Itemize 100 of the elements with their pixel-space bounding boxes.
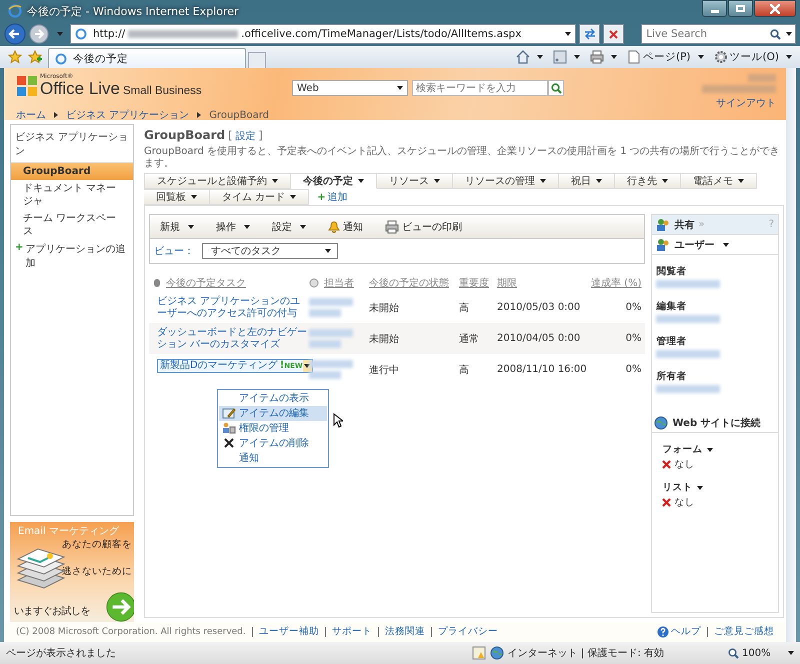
feeds-button[interactable]	[553, 50, 580, 64]
status-text: なし	[674, 458, 694, 471]
task-link[interactable]: ビジネス アプリケーションのユーザーへのアクセス許可の付与	[157, 296, 307, 320]
mouse-cursor-icon	[333, 412, 343, 428]
toolbar-menu[interactable]: 新規	[160, 220, 194, 234]
add-tab-link[interactable]: + 追加	[309, 189, 356, 205]
table-cell-text: 未開始	[369, 332, 400, 346]
people-lock-icon	[222, 422, 236, 434]
column-header[interactable]: 重要度	[459, 276, 489, 290]
page-description: GroupBoard を使用すると、予定表へのイベント記入、スケジュールの管理、企業リソースの使用計画を 1 つの共有の場所で行うことができます。	[144, 146, 781, 170]
connection-menu[interactable]: リスト	[662, 481, 778, 494]
app-tab[interactable]: スケジュールと設備予約	[144, 173, 291, 189]
app-tab[interactable]: リソース	[377, 173, 453, 189]
role-label: 閲覧者	[656, 265, 688, 278]
caret-icon	[290, 195, 296, 199]
blurred-text	[656, 385, 720, 393]
search-field[interactable]: 検索キーワードを入力	[412, 80, 548, 96]
sidebar-item[interactable]: ドキュメント マネージャ	[11, 180, 133, 210]
footer-link[interactable]: ユーザー補助	[252, 627, 325, 637]
minimize-button[interactable]	[702, 0, 727, 17]
caret-icon	[325, 249, 331, 253]
caret-icon	[272, 179, 278, 183]
forward-button-icon	[29, 24, 49, 44]
app-tab[interactable]: 回覧板	[144, 189, 210, 205]
toolbar-button[interactable]: 通知	[328, 220, 363, 234]
breadcrumb-link[interactable]: GroupBoard	[209, 110, 270, 120]
advertisement-banner[interactable]: Email マーケティング あなたの顧客を 逃さないために いますぐお試しを	[10, 522, 134, 622]
sidebar-item[interactable]: GroupBoard	[11, 163, 133, 180]
app-tab[interactable]: 祝日	[559, 173, 615, 189]
caret-icon	[698, 55, 704, 59]
breadcrumb-link[interactable]: ビジネス アプリケーション	[66, 108, 190, 122]
caret-icon	[565, 32, 572, 36]
app-tab[interactable]: 電話メモ	[681, 173, 757, 189]
globe-icon	[654, 416, 668, 430]
stop-button[interactable]	[603, 24, 624, 44]
footer-link[interactable]: サポート	[324, 627, 378, 637]
toolbar-menu[interactable]: 操作	[216, 220, 250, 234]
toolbar-menu[interactable]: 設定	[272, 220, 306, 234]
connection-menu[interactable]: フォーム	[662, 443, 778, 456]
footer-link[interactable]: プライバシー	[430, 627, 504, 637]
app-tab[interactable]: 行き先	[615, 173, 681, 189]
blurred-text	[309, 371, 341, 379]
close-icon	[662, 460, 672, 469]
footer-link[interactable]: ご意見ご感想	[707, 627, 780, 637]
app-tab[interactable]: タイム カード	[210, 189, 310, 205]
browser-tab[interactable]: 今後の予定	[48, 48, 246, 68]
task-link[interactable]: ダッシューボードと左のナビゲーション バーのカスタマイズ	[157, 326, 307, 350]
add-application-link[interactable]: + アプリケーションの追加	[11, 240, 133, 272]
toolbar-button[interactable]: ビューの印刷	[385, 220, 462, 234]
print-button[interactable]	[590, 50, 617, 64]
footer-link[interactable]: ヘルプ	[651, 626, 707, 638]
url-text: http://	[93, 28, 126, 40]
edit-icon	[222, 407, 236, 419]
caret-icon	[788, 651, 794, 655]
column-header[interactable]: 今後の予定タスク	[166, 276, 246, 290]
close-button[interactable]	[754, 0, 796, 17]
menu-item[interactable]: アイテムの削除	[219, 436, 327, 450]
maximize-button[interactable]	[728, 0, 753, 17]
zoom-menu[interactable]: 100%	[728, 648, 794, 658]
column-header[interactable]: 期限	[497, 276, 517, 290]
table-cell-text: 未開始	[369, 302, 400, 314]
footer-link[interactable]: 法務関連	[378, 627, 431, 637]
blurred-text	[309, 340, 341, 348]
refresh-button[interactable]	[579, 24, 600, 44]
menu-item[interactable]: 通知	[219, 450, 327, 466]
app-tab[interactable]: 今後の予定	[291, 173, 377, 189]
column-header[interactable]: 今後の予定の状態	[369, 276, 449, 290]
bracket-text: ]	[258, 129, 263, 142]
sign-out-link[interactable]: サインアウト	[716, 96, 776, 110]
caret-icon	[662, 179, 668, 183]
column-header[interactable]: 担当者	[324, 276, 354, 290]
role-label: 編集者	[656, 300, 688, 313]
settings-link[interactable]: 設定	[235, 129, 256, 143]
zoom-icon	[728, 648, 739, 658]
address-field[interactable]: http:// .officelive.com/TimeManager/Lists/todo/AllItems.aspx	[70, 24, 576, 44]
app-tab[interactable]: リソースの管理	[453, 173, 559, 189]
logo-suffix: Small Business	[123, 86, 202, 98]
breadcrumb-link[interactable]: ホーム	[16, 108, 46, 122]
users-menu[interactable]: ユーザー	[652, 235, 778, 255]
browser-logo-icon	[8, 4, 22, 18]
back-button-icon	[4, 23, 26, 45]
view-dropdown[interactable]: すべてのタスク	[202, 243, 338, 259]
caret-icon	[574, 55, 580, 59]
tools-menu[interactable]: ツール(O)	[714, 50, 792, 64]
sidebar-item[interactable]: チーム ワークスペース	[11, 210, 133, 240]
caret-icon	[244, 224, 250, 228]
table-cell-text: 2010/05/03 0:00	[497, 302, 582, 313]
menu-item[interactable]: アイテムの編集	[219, 406, 327, 420]
home-button[interactable]	[516, 50, 543, 64]
menu-item[interactable]: アイテムの表示	[219, 390, 327, 406]
scrollbar[interactable]	[786, 68, 796, 642]
blurred-text	[748, 74, 776, 82]
search-scope-dropdown[interactable]: Web	[292, 80, 408, 96]
column-header[interactable]: 達成率 (%)	[591, 276, 642, 290]
menu-item[interactable]: 権限の管理	[219, 420, 327, 436]
close-icon	[662, 498, 672, 507]
page-menu[interactable]: ページ(P)	[627, 50, 704, 64]
people-icon	[656, 218, 670, 232]
logo-text: Office Live	[40, 80, 120, 97]
search-button[interactable]	[548, 80, 564, 96]
